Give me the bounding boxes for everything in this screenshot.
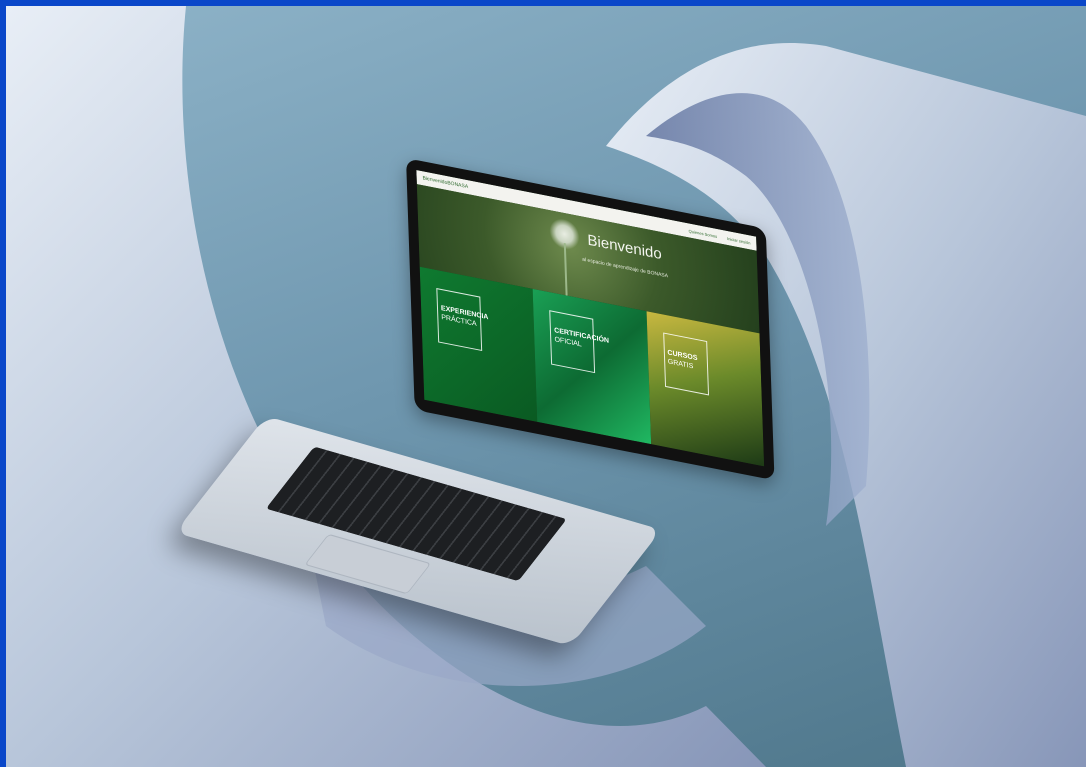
tile-cursos-gratis[interactable]: CURSOS GRATIS [646, 311, 765, 467]
nav-iniciar-sesion[interactable]: Iniciar sesión [727, 235, 751, 245]
dandelion-stem [563, 242, 568, 296]
tile-experiencia-practica[interactable]: EXPERIENCIA PRÁCTICA [419, 266, 538, 422]
photo-frame: BienvenidoBONASA Quienes Somos Iniciar s… [6, 6, 1086, 767]
website-screen: BienvenidoBONASA Quienes Somos Iniciar s… [416, 170, 765, 467]
nav-quienes-somos[interactable]: Quienes Somos [689, 228, 718, 239]
laptop: BienvenidoBONASA Quienes Somos Iniciar s… [175, 146, 816, 647]
tile-certificacion-oficial[interactable]: CERTIFICACIÓN OFICIAL [532, 288, 651, 445]
hero-title: Bienvenido [587, 231, 662, 264]
laptop-screen: BienvenidoBONASA Quienes Somos Iniciar s… [406, 158, 775, 481]
